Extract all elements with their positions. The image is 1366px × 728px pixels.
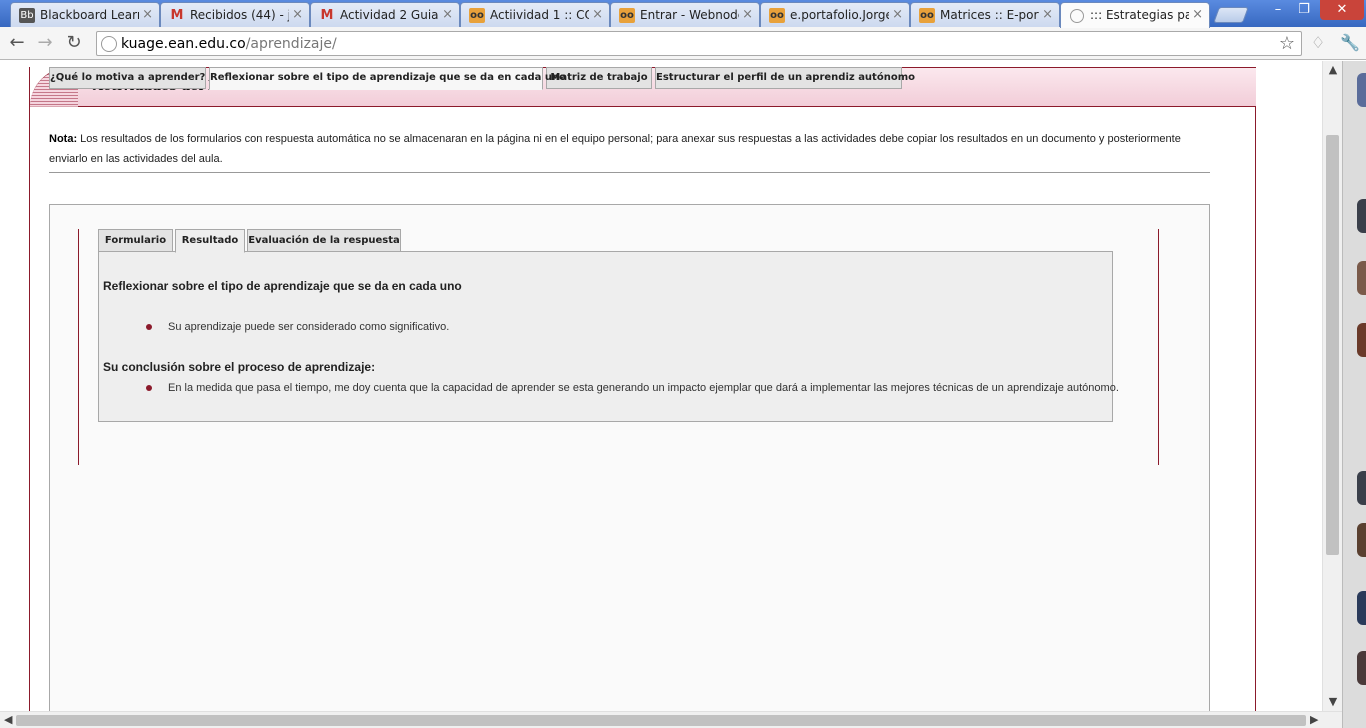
browser-tab-active[interactable]: ::: Estrategias para a × [1060, 2, 1210, 28]
thumbnail-image [1357, 199, 1366, 233]
minimize-button[interactable]: – [1265, 0, 1291, 20]
bell-icon[interactable]: ♢ [1308, 33, 1328, 53]
wrench-icon[interactable]: 🔧 [1340, 33, 1360, 53]
result-panel: Reflexionar sobre el tipo de aprendizaje… [98, 251, 1119, 422]
owl-icon: oo [469, 8, 485, 23]
maximize-button[interactable]: ❐ [1291, 0, 1317, 20]
nota-paragraph: Nota: Los resultados de los formularios … [49, 129, 1189, 169]
forward-arrow-icon[interactable]: → [34, 33, 56, 53]
thumbnail-image [1357, 471, 1366, 505]
scroll-up-icon[interactable]: ▲ [1323, 63, 1343, 76]
browser-tab-label: Actividad 2 Guia 2. [340, 8, 439, 22]
scroll-down-icon[interactable]: ▼ [1323, 695, 1343, 708]
close-tab-icon[interactable]: × [292, 7, 303, 22]
tab-reflexionar[interactable]: Reflexionar sobre el tipo de aprendizaje… [209, 67, 566, 90]
reload-icon[interactable]: ↻ [63, 33, 85, 53]
inner-frame: Formulario Resultado Evaluación de la re… [78, 229, 1159, 465]
browser-tab-label: Recibidos (44) - jhe [190, 8, 289, 22]
browser-tab[interactable]: oo Entrar - Webnode × [610, 2, 760, 27]
bullet-icon [146, 385, 152, 391]
tab-formulario[interactable]: Formulario [98, 229, 173, 252]
gmail-icon: M [170, 8, 184, 23]
nota-label: Nota: [49, 133, 78, 145]
globe-icon [1070, 9, 1084, 23]
tab-resultado[interactable]: Resultado [175, 229, 245, 253]
result-heading: Reflexionar sobre el tipo de aprendizaje… [103, 279, 462, 293]
main-tab-panel: Formulario Resultado Evaluación de la re… [49, 204, 1210, 711]
thumbnail-image [1357, 323, 1366, 357]
back-arrow-icon[interactable]: ← [6, 33, 28, 53]
bookmark-star-icon[interactable]: ☆ [1279, 34, 1295, 54]
conclusion-item: En la medida que pasa el tiempo, me doy … [168, 382, 1119, 394]
owl-icon: oo [919, 8, 935, 23]
blackboard-icon: Bb [19, 8, 35, 23]
owl-icon: oo [769, 8, 785, 23]
close-tab-icon[interactable]: × [142, 7, 153, 22]
result-item: Su aprendizaje puede ser considerado com… [168, 321, 450, 333]
owl-icon: oo [619, 8, 635, 23]
tab-evaluacion[interactable]: Evaluación de la respuesta [247, 229, 401, 252]
horizontal-scrollbar[interactable]: ◀ ▶ [0, 711, 1342, 728]
thumbnail-image [1357, 523, 1366, 557]
browser-tab-label: Entrar - Webnode [640, 8, 739, 22]
globe-icon [101, 36, 117, 52]
tab-estructurar[interactable]: Estructurar el perfil de un aprendiz aut… [655, 67, 915, 89]
browser-tab[interactable]: oo e.portafolio.Jorge.H × [760, 2, 910, 27]
page-viewport: Actividades del libro Nota: Los resultad… [0, 61, 1322, 711]
close-tab-icon[interactable]: × [592, 7, 603, 22]
browser-tab[interactable]: Bb Blackboard Learn × [10, 2, 160, 27]
new-tab-button[interactable] [1213, 7, 1249, 23]
browser-tab-label: ::: Estrategias para a [1090, 8, 1189, 22]
url-path: /aprendizaje/ [245, 36, 337, 52]
thumbnail-image [1357, 591, 1366, 625]
browser-tab[interactable]: M Recibidos (44) - jhe × [160, 2, 310, 27]
gmail-icon: M [320, 8, 334, 23]
browser-toolbar: ← → ↻ kuage.ean.edu.co/aprendizaje/ ☆ ♢ … [0, 27, 1366, 60]
browser-tabstrip: Bb Blackboard Learn × M Recibidos (44) -… [0, 0, 1366, 28]
bullet-icon [146, 324, 152, 330]
close-tab-icon[interactable]: × [1192, 7, 1203, 22]
browser-tab-label: Actiividad 1 :: COM [490, 8, 589, 22]
thumbnail-image [1357, 261, 1366, 295]
scrollbar-thumb[interactable] [16, 715, 1306, 726]
scrollbar-thumb[interactable] [1326, 135, 1339, 555]
scroll-left-icon[interactable]: ◀ [4, 713, 12, 726]
tab-motiva[interactable]: ¿Qué lo motiva a aprender? [49, 67, 206, 89]
scroll-right-icon[interactable]: ▶ [1310, 713, 1318, 726]
close-tab-icon[interactable]: × [742, 7, 753, 22]
close-window-button[interactable]: ✕ [1320, 0, 1364, 20]
browser-tab-label: Matrices :: E-portaf [940, 8, 1039, 22]
divider [49, 172, 1210, 173]
conclusion-heading: Su conclusión sobre el proceso de aprend… [103, 360, 376, 374]
url-text: kuage.ean.edu.co/aprendizaje/ [121, 36, 337, 52]
browser-tab[interactable]: oo Actiividad 1 :: COM × [460, 2, 610, 27]
side-window-strip [1342, 61, 1366, 728]
url-host: kuage.ean.edu.co [121, 36, 246, 52]
close-tab-icon[interactable]: × [1042, 7, 1053, 22]
thumbnail-image [1357, 651, 1366, 685]
thumbnail-image [1357, 73, 1366, 107]
content-frame: Actividades del libro Nota: Los resultad… [29, 67, 1256, 711]
browser-tab[interactable]: oo Matrices :: E-portaf × [910, 2, 1060, 27]
close-tab-icon[interactable]: × [892, 7, 903, 22]
close-tab-icon[interactable]: × [442, 7, 453, 22]
nota-text: Los resultados de los formularios con re… [49, 133, 1181, 165]
vertical-scrollbar[interactable]: ▲ ▼ [1322, 61, 1342, 711]
address-bar[interactable]: kuage.ean.edu.co/aprendizaje/ ☆ [96, 31, 1302, 56]
browser-tab-label: e.portafolio.Jorge.H [790, 8, 889, 22]
browser-tab[interactable]: M Actividad 2 Guia 2. × [310, 2, 460, 27]
browser-tab-label: Blackboard Learn [40, 8, 139, 22]
